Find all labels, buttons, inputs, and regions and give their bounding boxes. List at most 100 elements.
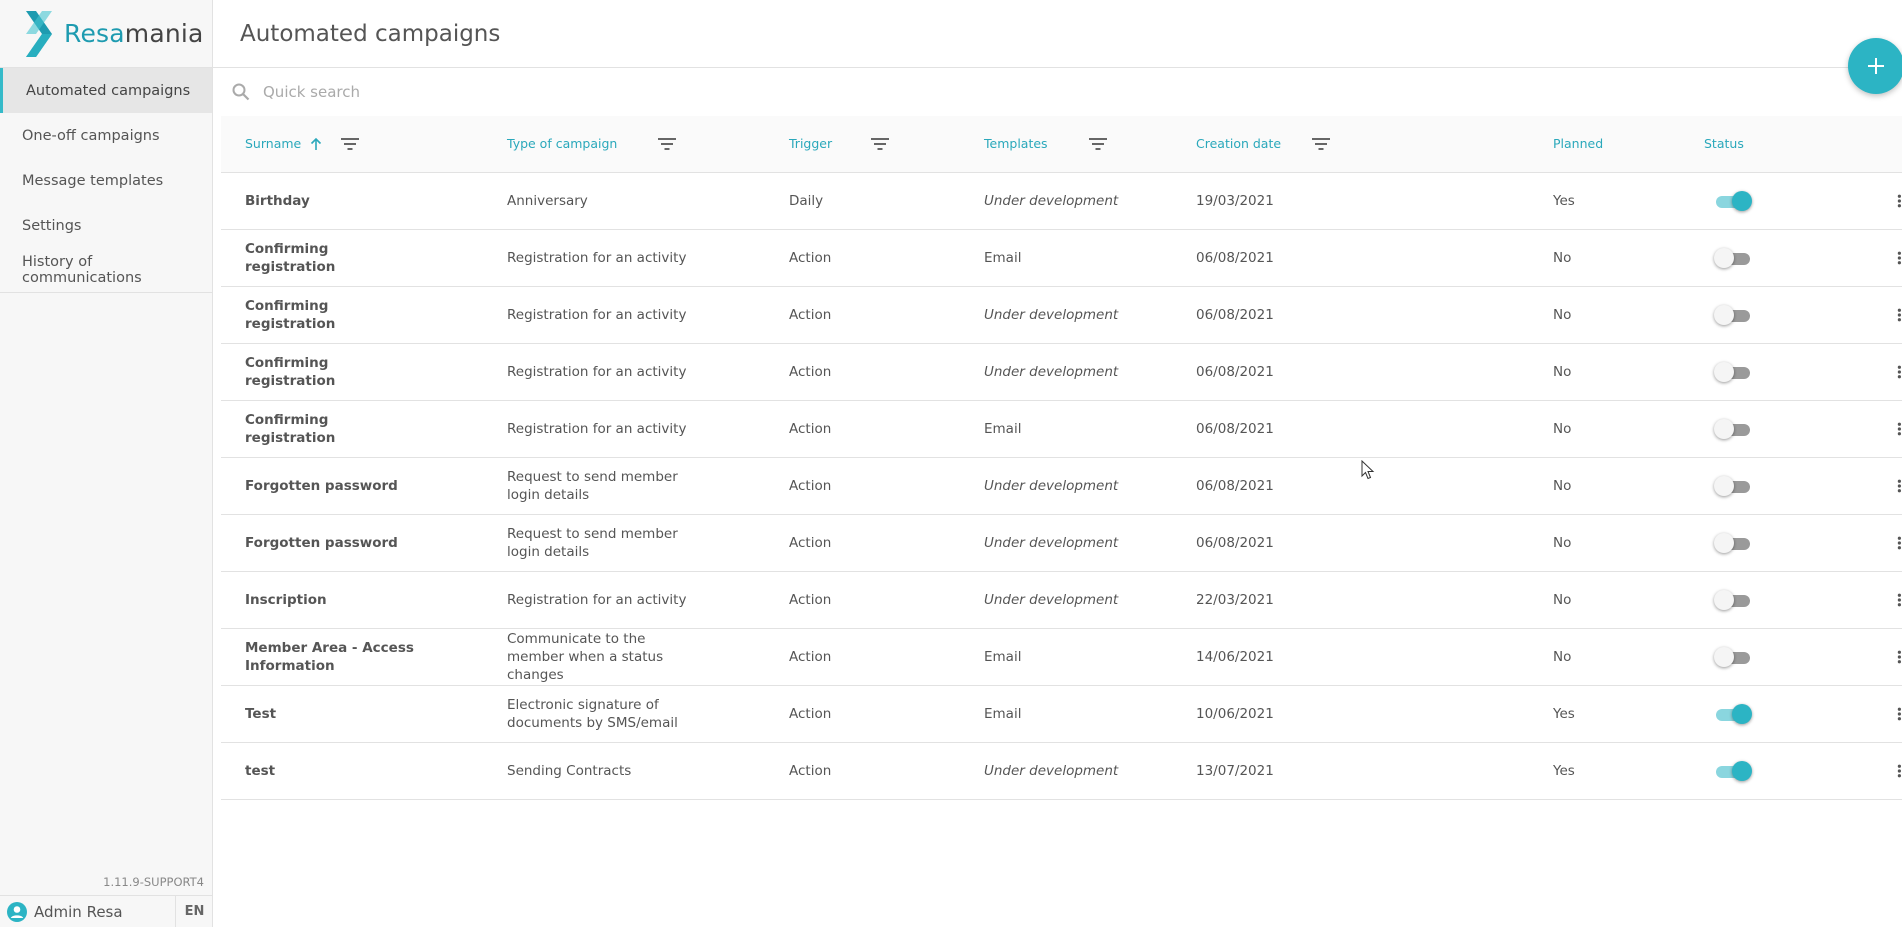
cell-type-of-campaign: Request to send member login details xyxy=(507,468,678,503)
more-options-icon[interactable] xyxy=(1897,420,1902,438)
filter-icon[interactable] xyxy=(1311,137,1331,151)
cell-status xyxy=(1680,742,1902,799)
cell-template: Under development xyxy=(984,192,1119,209)
status-toggle[interactable] xyxy=(1714,703,1752,725)
sidebar-item-label: Automated campaigns xyxy=(26,82,191,99)
cell-planned: Yes xyxy=(1553,192,1575,209)
table-row[interactable]: Test Electronic signature of documents b… xyxy=(221,685,1902,742)
cell-surname: Confirming registration xyxy=(245,354,336,389)
status-toggle[interactable] xyxy=(1714,190,1752,212)
more-options-icon[interactable] xyxy=(1897,306,1902,324)
cell-template: Under development xyxy=(984,534,1119,551)
cell-creation-date: 19/03/2021 xyxy=(1196,192,1274,209)
cell-template: Under development xyxy=(984,477,1119,494)
user-avatar-icon[interactable] xyxy=(7,901,27,922)
cell-type-of-campaign: Registration for an activity xyxy=(507,249,687,266)
table-row[interactable]: Birthday Anniversary Daily Under develop… xyxy=(221,172,1902,229)
more-options-icon[interactable] xyxy=(1897,477,1902,495)
more-options-icon[interactable] xyxy=(1897,648,1902,666)
more-options-icon[interactable] xyxy=(1897,534,1902,552)
more-options-icon[interactable] xyxy=(1897,591,1902,609)
cell-type-of-campaign: Registration for an activity xyxy=(507,420,687,437)
column-header-creation-date[interactable]: Creation date xyxy=(1172,116,1529,173)
cell-status xyxy=(1680,514,1902,571)
table-row[interactable]: Confirming registration Registration for… xyxy=(221,343,1902,400)
filter-icon[interactable] xyxy=(657,137,677,151)
sidebar-item-one-off-campaigns[interactable]: One-off campaigns xyxy=(0,113,212,158)
status-toggle[interactable] xyxy=(1714,361,1750,383)
column-header-type-of-campaign[interactable]: Type of campaign xyxy=(483,116,765,173)
cell-trigger: Action xyxy=(789,591,832,608)
cell-trigger: Action xyxy=(789,363,832,380)
sidebar-item-label: One-off campaigns xyxy=(22,127,160,144)
status-toggle[interactable] xyxy=(1714,247,1750,269)
more-options-icon[interactable] xyxy=(1897,249,1902,267)
cell-planned: No xyxy=(1553,477,1572,494)
cell-creation-date: 06/08/2021 xyxy=(1196,363,1274,380)
table-row[interactable]: Forgotten password Request to send membe… xyxy=(221,457,1902,514)
table-row[interactable]: Inscription Registration for an activity… xyxy=(221,571,1902,628)
language-switcher[interactable]: EN xyxy=(175,895,213,927)
cell-surname: Confirming registration xyxy=(245,297,336,332)
cell-planned: Yes xyxy=(1553,762,1575,779)
cell-creation-date: 06/08/2021 xyxy=(1196,306,1274,323)
table-row[interactable]: Confirming registration Registration for… xyxy=(221,286,1902,343)
table-row[interactable]: Member Area - Access Information Communi… xyxy=(221,628,1902,685)
filter-icon[interactable] xyxy=(1088,137,1108,151)
sidebar-item-settings[interactable]: Settings xyxy=(0,203,212,248)
sort-ascending-icon[interactable] xyxy=(309,137,323,151)
cell-status xyxy=(1680,229,1902,286)
column-header-planned[interactable]: Planned xyxy=(1529,116,1680,173)
cell-status xyxy=(1680,286,1902,343)
table-row[interactable]: Forgotten password Request to send membe… xyxy=(221,514,1902,571)
column-header-templates[interactable]: Templates xyxy=(960,116,1172,173)
table-row[interactable]: test Sending Contracts Action Under deve… xyxy=(221,742,1902,799)
cell-planned: No xyxy=(1553,591,1572,608)
cell-trigger: Action xyxy=(789,306,832,323)
filter-icon[interactable] xyxy=(340,137,360,151)
column-header-trigger[interactable]: Trigger xyxy=(765,116,960,173)
cell-creation-date: 06/08/2021 xyxy=(1196,477,1274,494)
sidebar-item-message-templates[interactable]: Message templates xyxy=(0,158,212,203)
status-toggle[interactable] xyxy=(1714,418,1750,440)
cell-surname: Forgotten password xyxy=(245,477,398,494)
more-options-icon[interactable] xyxy=(1897,363,1902,381)
cell-template: Email xyxy=(984,420,1022,437)
cell-creation-date: 10/06/2021 xyxy=(1196,705,1274,722)
column-header-surname[interactable]: Surname xyxy=(221,116,483,173)
search-bar xyxy=(221,68,1902,116)
sidebar-item-label: Settings xyxy=(22,217,82,234)
more-options-icon[interactable] xyxy=(1897,192,1902,210)
cell-surname: Confirming registration xyxy=(245,411,336,446)
cell-surname: Inscription xyxy=(245,591,327,608)
status-toggle[interactable] xyxy=(1714,760,1752,782)
column-header-status[interactable]: Status xyxy=(1680,116,1902,173)
sidebar-item-automated-campaigns[interactable]: Automated campaigns xyxy=(0,68,212,113)
more-options-icon[interactable] xyxy=(1897,762,1902,780)
user-name[interactable]: Admin Resa xyxy=(34,903,175,921)
cell-status xyxy=(1680,628,1902,685)
cell-type-of-campaign: Sending Contracts xyxy=(507,762,632,779)
cell-template: Email xyxy=(984,648,1022,665)
filter-icon[interactable] xyxy=(870,137,890,151)
main-content: Automated campaigns Surname xyxy=(213,0,1902,927)
search-input[interactable] xyxy=(263,83,863,101)
cell-status xyxy=(1680,343,1902,400)
status-toggle[interactable] xyxy=(1714,304,1750,326)
add-campaign-button[interactable] xyxy=(1848,38,1902,94)
table-row[interactable]: Confirming registration Registration for… xyxy=(221,400,1902,457)
cell-creation-date: 13/07/2021 xyxy=(1196,762,1274,779)
cell-creation-date: 14/06/2021 xyxy=(1196,648,1274,665)
sidebar-item-history-of-communications[interactable]: History of communications xyxy=(0,248,212,293)
cell-template: Email xyxy=(984,705,1022,722)
user-bar: Admin Resa EN xyxy=(0,895,213,927)
status-toggle[interactable] xyxy=(1714,589,1750,611)
status-toggle[interactable] xyxy=(1714,646,1750,668)
table-row[interactable]: Confirming registration Registration for… xyxy=(221,229,1902,286)
cell-creation-date: 06/08/2021 xyxy=(1196,420,1274,437)
status-toggle[interactable] xyxy=(1714,475,1750,497)
more-options-icon[interactable] xyxy=(1897,705,1902,723)
status-toggle[interactable] xyxy=(1714,532,1750,554)
logo[interactable]: Resamania xyxy=(0,0,212,68)
cell-creation-date: 22/03/2021 xyxy=(1196,591,1274,608)
